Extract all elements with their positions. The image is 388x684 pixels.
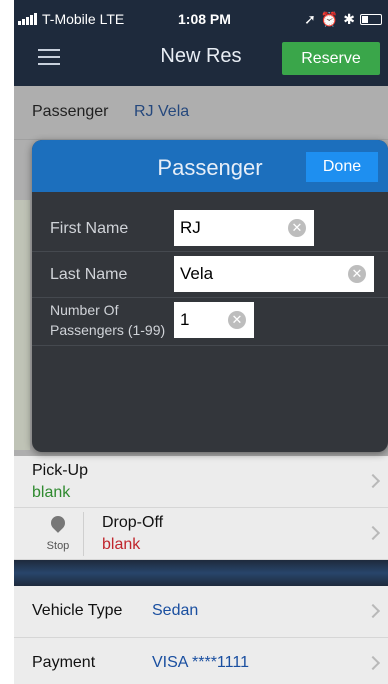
map-edge [14, 200, 30, 450]
dropoff-value: blank [102, 536, 141, 553]
chevron-right-icon [365, 525, 381, 541]
map-strip [14, 560, 388, 586]
map-pin-icon [48, 513, 68, 533]
reserve-button[interactable]: Reserve [282, 42, 380, 75]
dropoff-row[interactable]: Stop Drop-Off blank [14, 508, 388, 560]
status-icons: ➚ ⏰ ✱ [304, 11, 382, 28]
alarm-icon: ⏰ [320, 11, 339, 27]
status-bar: T-Mobile LTE 1:08 PM ➚ ⏰ ✱ [14, 0, 388, 38]
chevron-right-icon [365, 603, 381, 619]
dropoff-label: Drop-Off [102, 514, 164, 531]
passenger-dialog: Passenger Done First Name ✕ Last Name ✕ … [32, 140, 388, 452]
payment-label: Payment [32, 654, 96, 671]
pickup-row[interactable]: Pick-Up blank [14, 456, 388, 508]
signal-icon [18, 13, 38, 25]
dialog-header: Passenger Done [32, 140, 388, 192]
passenger-count-row: Number Of Passengers (1-99) ✕ [32, 298, 388, 346]
stop-label: Stop [46, 540, 70, 552]
last-name-label: Last Name [50, 266, 128, 283]
pickup-value: blank [32, 484, 71, 501]
last-name-input[interactable] [174, 256, 374, 292]
location-icon: ➚ [304, 11, 316, 27]
payment-value: VISA ****1111 [152, 654, 249, 671]
app-screen: T-Mobile LTE 1:08 PM ➚ ⏰ ✱ New Res Reser… [14, 0, 388, 684]
clear-icon[interactable]: ✕ [348, 265, 366, 283]
last-name-row: Last Name ✕ [32, 252, 388, 298]
pickup-label: Pick-Up [32, 462, 89, 479]
passenger-count-label-line2: Passengers (1-99) [50, 322, 166, 338]
carrier-label: T-Mobile LTE [42, 11, 125, 27]
vehicle-type-value: Sedan [152, 602, 199, 619]
battery-icon [360, 14, 382, 25]
passenger-count-label-line1: Number Of [50, 302, 119, 318]
first-name-label: First Name [50, 220, 129, 237]
payment-row[interactable]: Payment VISA ****1111 [14, 638, 388, 684]
clear-icon[interactable]: ✕ [228, 311, 246, 329]
clear-icon[interactable]: ✕ [288, 219, 306, 237]
vehicle-type-label: Vehicle Type [32, 602, 123, 619]
done-button[interactable]: Done [306, 152, 378, 182]
first-name-row: First Name ✕ [32, 206, 388, 252]
status-time: 1:08 PM [178, 11, 231, 27]
chevron-right-icon [365, 655, 381, 671]
vehicle-type-row[interactable]: Vehicle Type Sedan [14, 586, 388, 638]
top-bar: T-Mobile LTE 1:08 PM ➚ ⏰ ✱ New Res Reser… [14, 0, 388, 86]
add-stop-button[interactable]: Stop [32, 512, 84, 556]
chevron-right-icon [365, 473, 381, 489]
bluetooth-icon: ✱ [343, 11, 355, 27]
